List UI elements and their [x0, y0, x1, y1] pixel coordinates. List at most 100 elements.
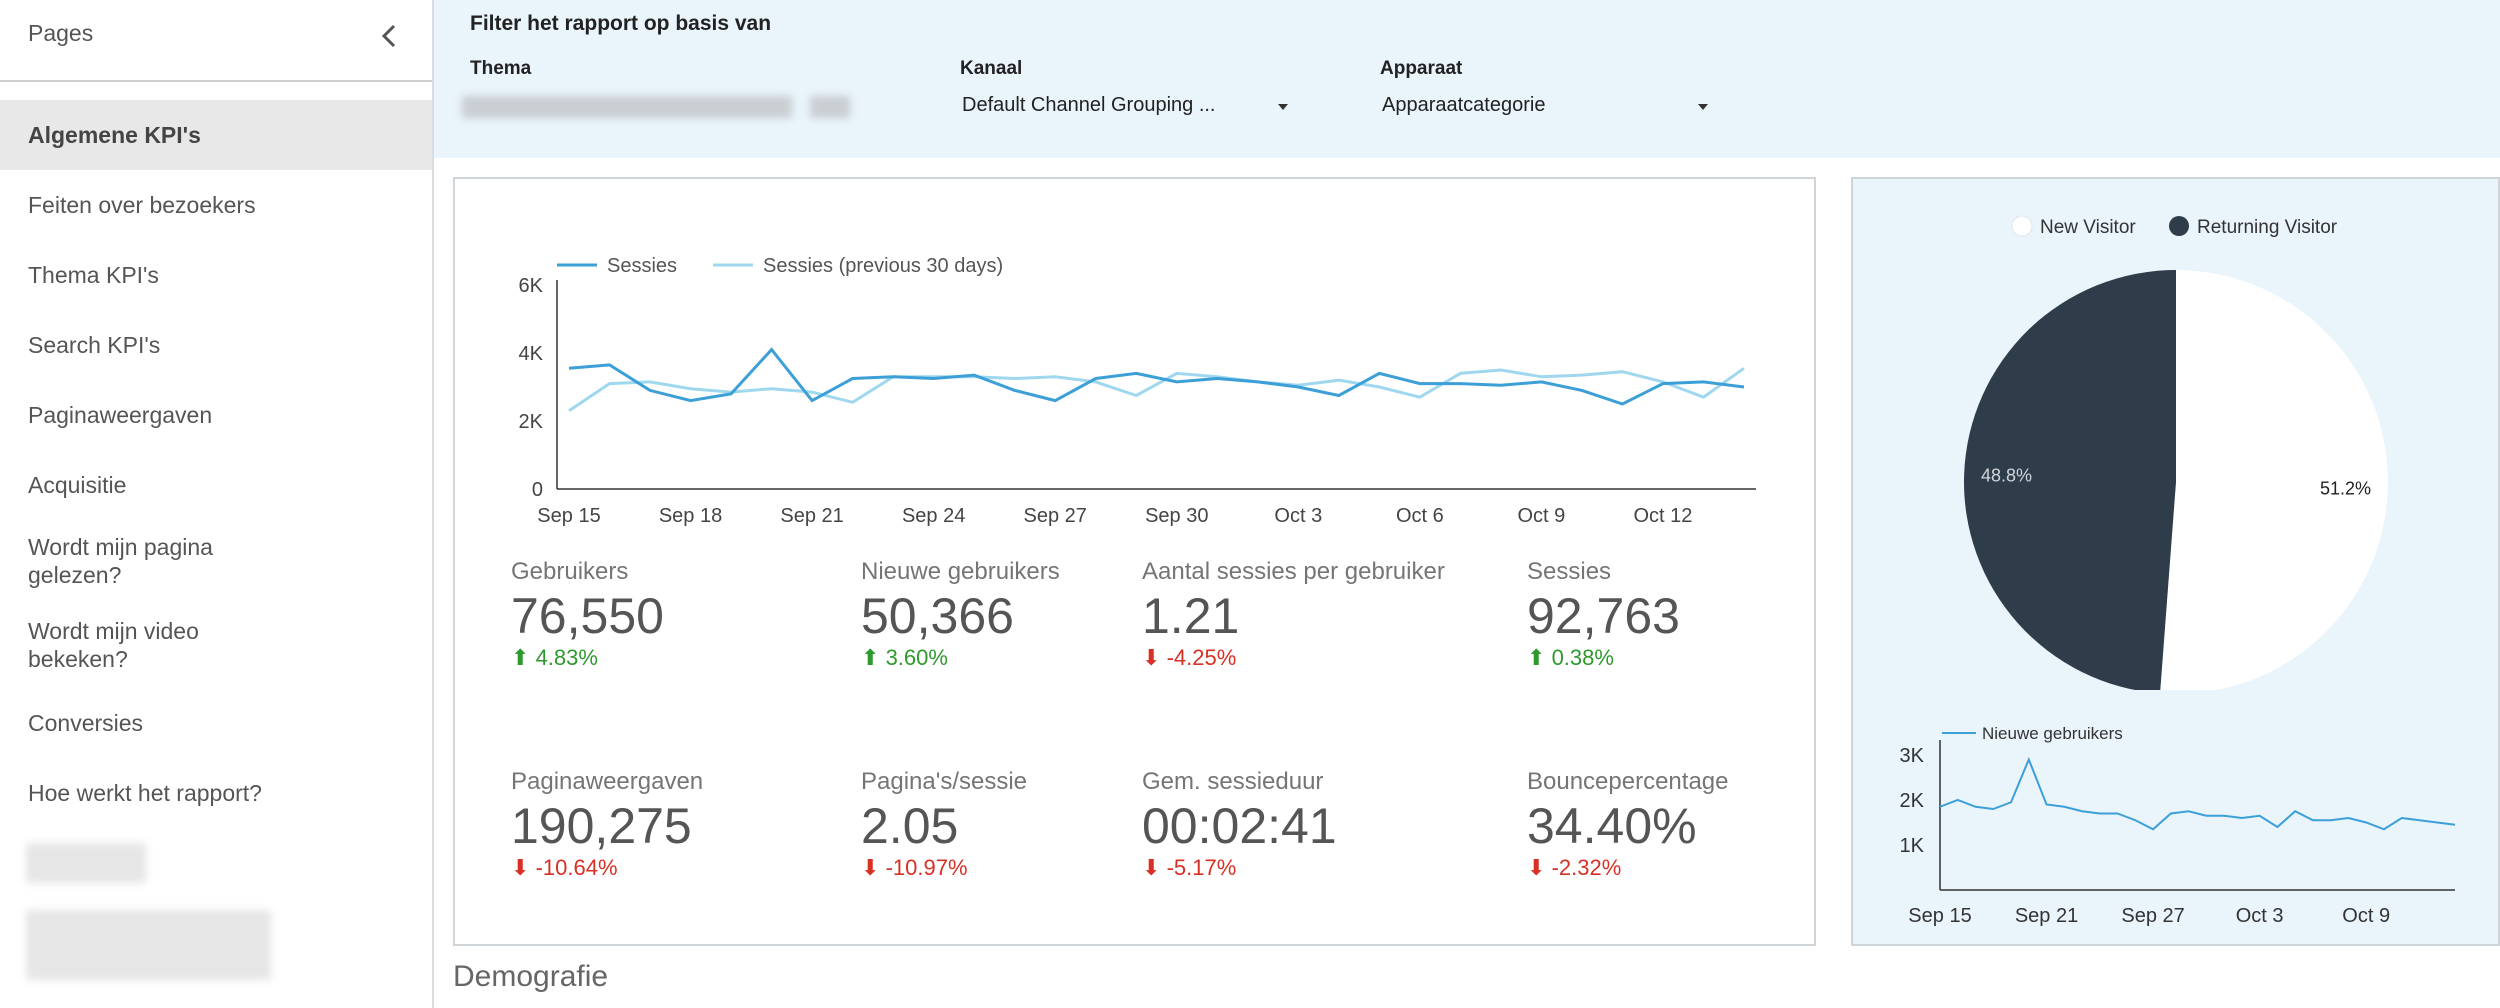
kpi-value: 92,763	[1527, 588, 1680, 644]
x-tick-label: Sep 24	[902, 505, 965, 527]
redacted-nav-item	[26, 910, 271, 980]
y-tick-label: 2K	[1900, 790, 1925, 812]
x-tick-label: Sep 15	[1908, 905, 1971, 927]
kanaal-dropdown[interactable]: Default Channel Grouping ...	[962, 92, 1292, 120]
y-tick-label: 6K	[519, 275, 544, 297]
kpi-delta: ⬇ -10.97%	[861, 855, 968, 881]
legend-swatch	[2011, 215, 2033, 237]
pages-header: Pages	[0, 0, 432, 82]
legend-label: Nieuwe gebruikers	[1982, 724, 2123, 743]
new-users-line-chart: 1K 2K 3K Sep 15 Sep 21 Sep 27 Oct 3 Oct 9 Nieuwe…	[1900, 724, 2456, 927]
kpi-label: Gebruikers	[511, 558, 629, 585]
sidebar-item-conversies[interactable]: Conversies	[0, 706, 432, 740]
kpi-label: Aantal sessies per gebruiker	[1142, 558, 1445, 585]
kpi-delta: ⬇ -2.32%	[1527, 855, 1621, 881]
kpi-value: 190,275	[511, 798, 692, 854]
kpi-value: 76,550	[511, 588, 664, 644]
filter-label-thema: Thema	[470, 58, 532, 79]
x-tick-label: Sep 30	[1145, 505, 1208, 527]
series-line-sessies-previous	[568, 367, 1745, 413]
arrow-down-icon: ⬇	[1142, 645, 1161, 670]
kpi-delta: ⬆ 3.60%	[861, 645, 948, 671]
sidebar-item-search-kpis[interactable]: Search KPI's	[0, 328, 432, 362]
kpi-value: 50,366	[861, 588, 1014, 644]
sidebar-item-wordt-mijn-video-bekeken[interactable]: Wordt mijn video bekeken?	[0, 617, 260, 673]
pie-slice-label: 48.8%	[1981, 466, 2032, 486]
caret-down-icon	[1698, 104, 1708, 110]
y-tick-label: 0	[532, 479, 543, 501]
sidebar-item-feiten-over-bezoekers[interactable]: Feiten over bezoekers	[0, 188, 432, 222]
kpi-delta-value: -4.25%	[1166, 645, 1237, 670]
x-tick-label: Sep 27	[1024, 505, 1087, 527]
sidebar-item-wordt-mijn-pagina-gelezen[interactable]: Wordt mijn pagina gelezen?	[0, 533, 260, 589]
pie-slice-label: 51.2%	[2320, 478, 2371, 498]
y-tick-label: 4K	[519, 343, 544, 365]
kpi-value: 1.21	[1142, 588, 1240, 644]
x-tick-label: Sep 21	[780, 505, 843, 527]
kpi-value: 00:02:41	[1142, 798, 1337, 854]
arrow-down-icon: ⬇	[1142, 855, 1161, 880]
kpi-delta-value: 3.60%	[885, 645, 948, 670]
kpi-delta-value: 0.38%	[1551, 645, 1614, 670]
kpi-label: Paginaweergaven	[511, 768, 704, 795]
x-tick-label: Sep 18	[659, 505, 722, 527]
kpi-label: Gem. sessieduur	[1142, 768, 1324, 795]
arrow-up-icon: ⬆	[1527, 645, 1546, 670]
kpi-label: Pagina's/sessie	[861, 768, 1028, 795]
kpi-delta-value: -2.32%	[1551, 855, 1622, 880]
kpi-label: Sessies	[1527, 558, 1612, 585]
legend-label: Sessies	[607, 255, 677, 277]
kpi-delta-value: 4.83%	[535, 645, 598, 670]
x-tick-label: Oct 9	[2342, 905, 2390, 927]
arrow-down-icon: ⬇	[1527, 855, 1546, 880]
redacted-nav-item	[26, 843, 146, 883]
caret-down-icon	[1278, 104, 1288, 110]
legend-label: Returning Visitor	[2197, 217, 2338, 238]
arrow-up-icon: ⬆	[861, 645, 880, 670]
y-tick-label: 1K	[1900, 835, 1925, 857]
arrow-down-icon: ⬇	[861, 855, 880, 880]
filter-title: Filter het rapport op basis van	[470, 12, 772, 35]
filter-label-kanaal: Kanaal	[960, 58, 1023, 79]
kpi-delta-value: -10.97%	[885, 855, 968, 880]
kpi-delta-value: -5.17%	[1166, 855, 1237, 880]
x-tick-label: Oct 9	[1518, 505, 1566, 527]
apparaat-dropdown[interactable]: Apparaatcategorie	[1382, 92, 1712, 120]
sidebar-item-acquisitie[interactable]: Acquisitie	[0, 468, 432, 502]
visitor-type-pie-chart: 51.2% 48.8% New Visitor Returning Visitor	[1964, 215, 2388, 690]
kpi-delta: ⬇ -4.25%	[1142, 645, 1236, 671]
kpi-delta-value: -10.64%	[535, 855, 618, 880]
kpi-delta: ⬇ -10.64%	[511, 855, 618, 881]
section-title-demografie: Demografie	[453, 960, 609, 993]
legend-label: Sessies (previous 30 days)	[763, 255, 1003, 277]
kpi-value: 2.05	[861, 798, 959, 854]
kanaal-selected-value: Default Channel Grouping ...	[962, 94, 1216, 116]
kpi-label: Nieuwe gebruikers	[861, 558, 1060, 585]
thema-dropdown[interactable]	[462, 92, 852, 120]
x-tick-label: Sep 27	[2121, 905, 2184, 927]
sidebar-item-paginaweergaven[interactable]: Paginaweergaven	[0, 398, 432, 432]
chevron-left-icon[interactable]	[370, 16, 410, 56]
legend-label: New Visitor	[2040, 217, 2136, 238]
x-tick-label: Oct 3	[2236, 905, 2284, 927]
legend-swatch	[2169, 216, 2189, 236]
kpi-delta: ⬇ -5.17%	[1142, 855, 1236, 881]
series-line-nieuwe-gebruikers	[1939, 756, 2456, 831]
x-tick-label: Oct 6	[1396, 505, 1444, 527]
x-tick-label: Sep 15	[537, 505, 600, 527]
kpi-delta: ⬆ 4.83%	[511, 645, 598, 671]
y-tick-label: 2K	[519, 411, 544, 433]
arrow-down-icon: ⬇	[511, 855, 530, 880]
y-tick-label: 3K	[1900, 745, 1925, 767]
kpi-label: Bouncepercentage	[1527, 768, 1729, 795]
arrow-up-icon: ⬆	[511, 645, 530, 670]
redacted-thema-value	[462, 96, 792, 118]
sessions-line-chart: 0 2K 4K 6K Sep 15 Sep 18 Sep 21 Sep 24 Sep 27 Sep…	[519, 255, 1756, 527]
x-tick-label: Sep 21	[2015, 905, 2078, 927]
x-tick-label: Oct 12	[1634, 505, 1693, 527]
apparaat-selected-value: Apparaatcategorie	[1382, 94, 1546, 116]
sidebar-item-algemene-kpis[interactable]: Algemene KPI's	[0, 100, 432, 170]
sidebar-item-hoe-werkt-het-rapport[interactable]: Hoe werkt het rapport?	[0, 776, 432, 810]
sidebar-item-thema-kpis[interactable]: Thema KPI's	[0, 258, 432, 292]
redacted-thema-value	[810, 96, 850, 118]
